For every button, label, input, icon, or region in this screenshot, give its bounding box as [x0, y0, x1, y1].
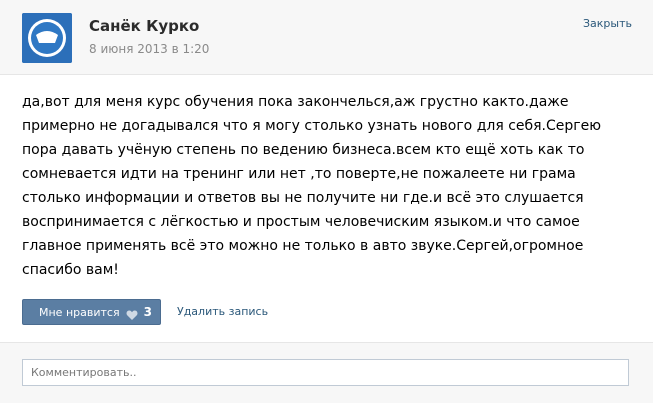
like-count: 3 — [143, 305, 152, 319]
post-header: Санёк Курко 8 июня 2013 в 1:20 Закрыть — [0, 0, 653, 75]
post-text: да,вот для меня курс обучения пока закон… — [22, 94, 602, 278]
post-date[interactable]: 8 июня 2013 в 1:20 — [89, 42, 209, 56]
close-link[interactable]: Закрыть — [583, 17, 632, 30]
wall-post: Санёк Курко 8 июня 2013 в 1:20 Закрыть д… — [0, 0, 653, 403]
comments-area — [0, 342, 653, 403]
author-name[interactable]: Санёк Курко — [89, 17, 199, 35]
comment-input[interactable] — [22, 359, 629, 386]
avatar[interactable] — [22, 13, 72, 63]
like-button[interactable]: Мне нравится 3 — [22, 299, 161, 325]
heart-icon — [126, 306, 138, 320]
like-label: Мне нравится — [39, 305, 120, 319]
delete-post-link[interactable]: Удалить запись — [177, 305, 268, 318]
team-logo-icon — [22, 13, 72, 63]
